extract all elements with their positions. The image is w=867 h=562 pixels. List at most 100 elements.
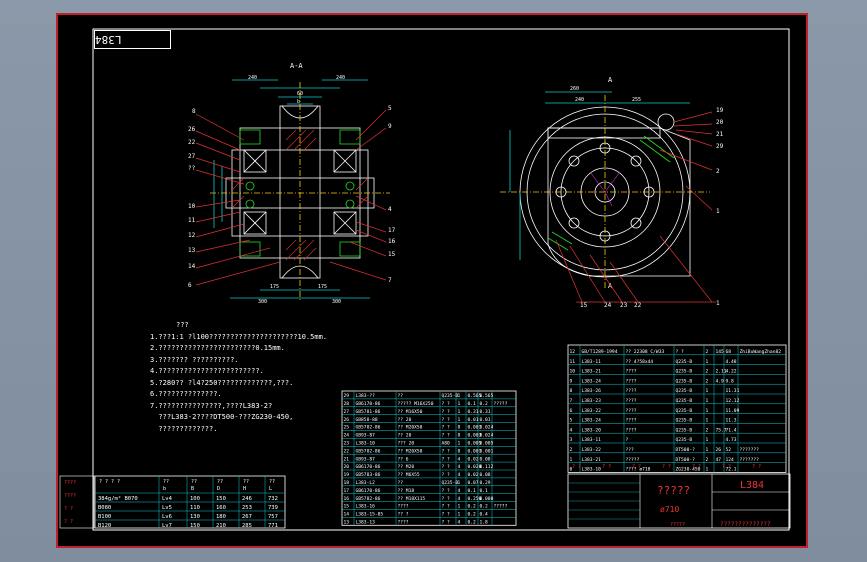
- dim-text: 240: [575, 97, 584, 103]
- mid-parts-table-cell: ??: [398, 393, 404, 399]
- dim-text: 300: [258, 299, 267, 305]
- mid-parts-table-cell: Q235-B: [442, 480, 459, 486]
- mid-parts-table-cell: ? ?: [442, 433, 451, 439]
- right-parts-table-cell: L383-20: [582, 427, 602, 433]
- dim-text: 300: [332, 299, 341, 305]
- right-parts-table-cell: 71.4: [726, 427, 737, 433]
- mid-parts-table-cell: 0.565: [480, 393, 494, 399]
- footer-label: ? ?: [572, 464, 581, 470]
- svg-text:5: 5: [388, 105, 392, 112]
- mid-parts-table-cell: GB5782-86: [356, 496, 381, 502]
- mid-parts-table-cell: ? ?: [442, 512, 451, 518]
- right-parts-table-cell: 2: [570, 447, 573, 453]
- right-parts-table-cell: ?? 22308 C/W33: [626, 349, 665, 355]
- section-view-a-a: A-A 240 240 60 b 175 175 300 300 82622 2…: [188, 62, 396, 305]
- mid-parts-table-cell: GB5781-86: [356, 409, 381, 415]
- mid-parts-table-cell: GB858-88: [356, 417, 378, 423]
- mid-parts-table-cell: 0.02: [468, 456, 479, 462]
- dim-text: 260: [570, 86, 579, 92]
- title-subtitle: ?????: [670, 522, 685, 528]
- view-mark-top: A: [608, 76, 613, 84]
- right-parts-table-cell: 1: [706, 437, 709, 443]
- svg-text:21: 21: [716, 131, 724, 138]
- mid-parts-table-cell: 0.024: [480, 433, 494, 439]
- svg-text:13: 13: [188, 247, 196, 254]
- mid-parts-table-cell: 1: [458, 393, 461, 399]
- mid-parts-table-cell: 0.1: [468, 488, 477, 494]
- right-parts-table-cell: 7: [570, 398, 573, 404]
- mid-parts-table-cell: ?? 20: [398, 417, 412, 423]
- right-parts-table-cell: 8: [570, 388, 573, 394]
- mid-parts-table-cell: L383-L2: [356, 480, 376, 486]
- mid-parts-table-cell: 13: [344, 520, 350, 526]
- svg-text:17: 17: [388, 227, 396, 234]
- mid-parts-table-cell: L383-16: [356, 504, 376, 510]
- svg-text:16: 16: [388, 238, 396, 245]
- right-parts-table-cell: DT500-?: [676, 447, 696, 453]
- right-parts-table-cell: 1: [706, 418, 709, 424]
- mid-parts-table-cell: ?? M20X50: [398, 448, 423, 454]
- size-table-cell: B080: [98, 505, 111, 511]
- title-spec: ø710: [660, 505, 679, 514]
- mid-parts-table-cell: A80: [442, 441, 451, 447]
- size-table-cell: 285: [242, 523, 252, 529]
- mid-parts-table-cell: 8: [458, 425, 461, 431]
- right-parts-table-cell: 2: [706, 369, 709, 375]
- svg-text:6: 6: [188, 282, 192, 289]
- mid-parts-table-cell: GB5782-86: [356, 425, 381, 431]
- mid-parts-table-cell: 1: [458, 417, 461, 423]
- size-table-cell: B100: [98, 514, 111, 520]
- right-parts-table-cell: ???????: [740, 447, 760, 453]
- size-table-cell: 100: [190, 496, 200, 502]
- right-parts-table-cell: L383-22: [582, 408, 602, 414]
- cad-viewport: L384 A-A 240 240 60 b 175 175 300 300 8 …: [0, 0, 867, 562]
- right-parts-table-cell: ????: [626, 427, 637, 433]
- mid-parts-table-cell: ?? ?: [398, 512, 409, 518]
- svg-text:1: 1: [716, 300, 720, 307]
- size-table-header: ??: [191, 479, 197, 485]
- size-table-cell: Lv6: [162, 514, 172, 520]
- right-parts-table-cell: 26: [716, 447, 722, 453]
- right-parts-table-cell: ????: [626, 369, 637, 375]
- size-table-header: ??: [269, 479, 275, 485]
- right-parts-table-cell: ????: [626, 388, 637, 394]
- mid-parts-table-cell: 4: [458, 488, 461, 494]
- top-plate: [547, 127, 661, 139]
- dim-text: 240: [248, 75, 257, 81]
- svg-text:9: 9: [388, 123, 392, 130]
- right-parts-table-cell: Q235-B: [676, 378, 693, 384]
- size-table-header: ??: [217, 479, 223, 485]
- size-table-header: b: [163, 486, 166, 492]
- mid-parts-table-cell: ? ?: [442, 464, 451, 470]
- svg-text:2: 2: [716, 168, 720, 175]
- mid-parts-table-cell: L383-15-85: [356, 512, 384, 518]
- svg-text:20: 20: [716, 119, 724, 126]
- size-table-header: ??: [243, 479, 249, 485]
- right-parts-table-cell: Q235-B: [676, 408, 693, 414]
- svg-text:7: 7: [388, 277, 392, 284]
- right-parts-table-cell: 10: [570, 369, 576, 375]
- right-parts-table-cell: 2: [706, 427, 709, 433]
- title-company: ??????????????: [720, 521, 771, 528]
- mid-parts-table-cell: 22: [344, 448, 350, 454]
- right-parts-table-cell: 47: [716, 457, 722, 463]
- mid-parts-table-cell: 0.31: [480, 409, 491, 415]
- mid-parts-table-cell: GB93-87: [356, 433, 376, 439]
- mid-parts-table-cell: 8: [458, 433, 461, 439]
- mid-parts-table-cell: 1: [458, 480, 461, 486]
- mid-parts-table-cell: GB6170-86: [356, 464, 381, 470]
- right-parts-table-cell: Q235-B: [676, 388, 693, 394]
- view-mark-bottom: A: [608, 282, 613, 290]
- svg-text:8: 8: [192, 108, 196, 115]
- dim-text: 175: [270, 284, 279, 290]
- mid-parts-table-cell: 29: [344, 393, 350, 399]
- mid-parts-table-cell: 0.01: [480, 417, 491, 423]
- mid-parts-table-cell: 1: [458, 409, 461, 415]
- right-parts-table-cell: 1: [706, 408, 709, 414]
- right-parts-table-cell: ???: [626, 447, 635, 453]
- mid-parts-table-cell: 24: [344, 433, 350, 439]
- size-table-header: H: [243, 486, 246, 492]
- svg-text:22: 22: [634, 302, 642, 309]
- right-parts-table-cell: 68: [726, 349, 732, 355]
- size-table-cell: Lv5: [162, 505, 172, 511]
